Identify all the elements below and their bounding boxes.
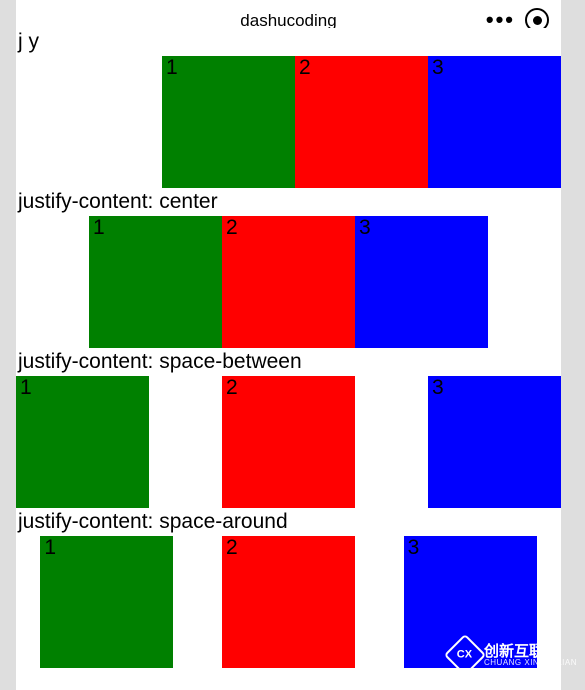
box-green: 1 — [89, 216, 222, 348]
watermark-logo-icon: CX — [444, 634, 486, 676]
flex-row-center: 1 2 3 — [16, 216, 561, 348]
device-viewport: dashucoding ••• j y 1 2 3 justify-conten… — [16, 0, 561, 690]
watermark: CX 创新互联 CHUANG XIN HU LIAN — [450, 640, 577, 670]
box-red: 2 — [222, 536, 355, 668]
label-center: justify-content: center — [16, 188, 561, 216]
box-red: 2 — [222, 376, 355, 508]
watermark-line2: CHUANG XIN HU LIAN — [484, 659, 577, 667]
flex-row-0: 1 2 3 — [16, 56, 561, 188]
box-green: 1 — [16, 376, 149, 508]
partial-label-top: j y — [16, 28, 561, 56]
box-green: 1 — [162, 56, 295, 188]
label-space-between: justify-content: space-between — [16, 348, 561, 376]
watermark-line1: 创新互联 — [484, 644, 577, 659]
box-green: 1 — [40, 536, 173, 668]
box-blue: 3 — [428, 376, 561, 508]
flex-row-space-between: 1 2 3 — [16, 376, 561, 508]
content-scroll: j y 1 2 3 justify-content: center 1 2 3 … — [16, 28, 561, 676]
label-space-around: justify-content: space-around — [16, 508, 561, 536]
watermark-text: 创新互联 CHUANG XIN HU LIAN — [484, 644, 577, 667]
box-red: 2 — [222, 216, 355, 348]
box-blue: 3 — [355, 216, 488, 348]
box-red: 2 — [295, 56, 428, 188]
box-blue: 3 — [428, 56, 561, 188]
